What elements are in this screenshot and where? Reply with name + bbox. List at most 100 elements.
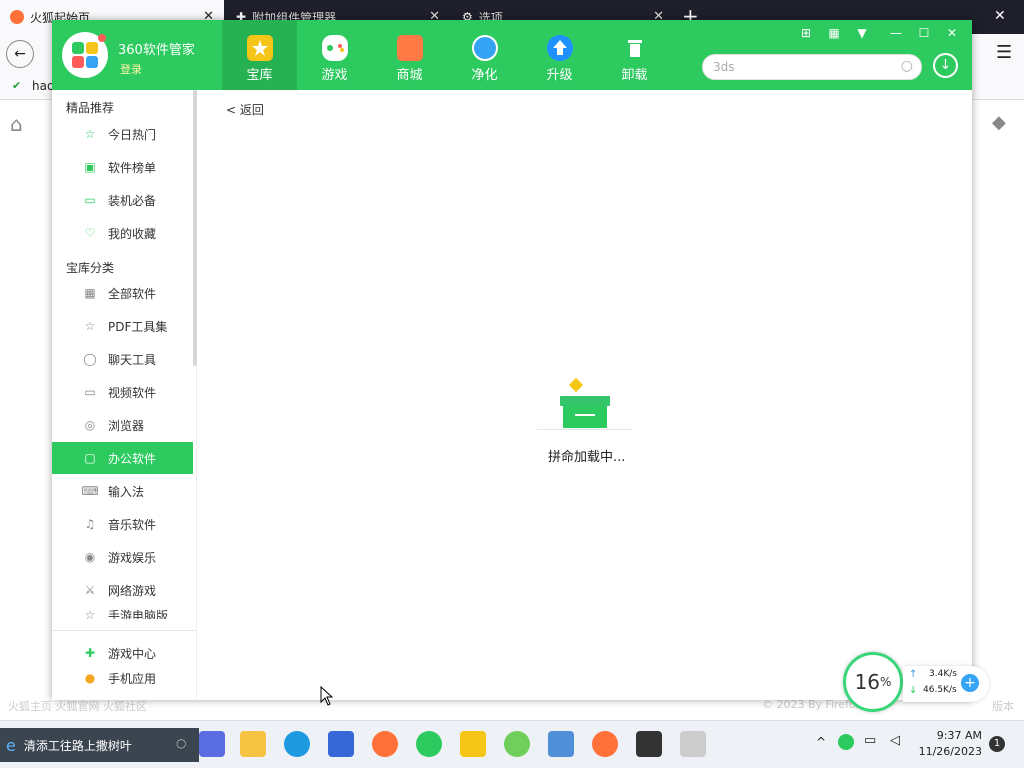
sidebar-item-label: 输入法 bbox=[108, 484, 145, 499]
nav-baoku[interactable]: 宝库 bbox=[222, 20, 297, 90]
star-outline-icon: ☆ bbox=[84, 319, 96, 333]
sidebar-item-pdf[interactable]: ☆ PDF工具集 bbox=[52, 310, 193, 342]
bookmark-hao[interactable]: hao bbox=[32, 79, 54, 93]
game-app-icon[interactable] bbox=[636, 731, 662, 757]
game-center-icon: ✚ bbox=[84, 646, 96, 660]
ie-icon: e bbox=[6, 735, 16, 755]
firefox-alt-icon[interactable] bbox=[592, 731, 618, 757]
tray-360-icon[interactable] bbox=[838, 734, 854, 750]
minecraft-icon[interactable] bbox=[680, 731, 706, 757]
upload-icon: ↑ bbox=[909, 669, 918, 680]
360-security-icon[interactable] bbox=[416, 731, 442, 757]
archive-icon[interactable] bbox=[548, 731, 574, 757]
maximize-button[interactable]: ☐ bbox=[913, 24, 935, 42]
firefox-icon[interactable] bbox=[372, 731, 398, 757]
sidebar-item-favorites[interactable]: ♡ 我的收藏 bbox=[52, 217, 193, 249]
heart-icon: ♡ bbox=[84, 226, 96, 240]
app-logo bbox=[62, 32, 108, 78]
keyboard-icon: ⌨ bbox=[81, 484, 99, 498]
memory-ball[interactable]: 16% bbox=[843, 652, 903, 712]
gamepad-icon bbox=[321, 35, 348, 61]
sidebar-item-video[interactable]: ▭ 视频软件 bbox=[52, 376, 193, 408]
nav-label: 游戏 bbox=[321, 68, 348, 83]
loading-text: 拼命加载中... bbox=[548, 450, 626, 465]
store-icon[interactable] bbox=[328, 731, 354, 757]
tray-chevron-icon[interactable]: ^ bbox=[816, 735, 826, 749]
brand-name: 360软件管家 bbox=[118, 43, 195, 58]
clock-date[interactable]: 11/26/2023 bbox=[918, 745, 982, 758]
clean-icon bbox=[471, 35, 498, 61]
menu-icon[interactable]: ☰ bbox=[996, 42, 1012, 63]
edge-icon[interactable] bbox=[284, 731, 310, 757]
sidebar-item-music[interactable]: ♫ 音乐软件 bbox=[52, 508, 193, 540]
browser-close-button[interactable]: ✕ bbox=[994, 8, 1006, 24]
nav-mall[interactable]: 商城 bbox=[372, 20, 447, 90]
sidebar-item-ranking[interactable]: ▣ 软件榜单 bbox=[52, 151, 193, 183]
app-header: 360软件管家 登录 宝库 游戏 商城 净化 升级 卸载 ⊞ ▦ ▼ — ☐ ✕… bbox=[52, 20, 972, 90]
sidebar-item-label: 软件榜单 bbox=[108, 160, 157, 175]
chat-icon: ◯ bbox=[83, 352, 97, 366]
file-explorer-icon[interactable] bbox=[240, 731, 266, 757]
shopping-bag-icon bbox=[396, 35, 423, 61]
qrcode-icon[interactable]: ▦ bbox=[823, 24, 845, 42]
upload-speed: 3.4K/s bbox=[929, 669, 957, 679]
zoom-app-icon[interactable] bbox=[199, 731, 225, 757]
search-icon: ○ bbox=[176, 736, 187, 750]
nav-label: 商城 bbox=[396, 68, 423, 83]
sidebar-item-mobile-app[interactable]: ● 手机应用 bbox=[52, 662, 193, 694]
ranking-icon: ▣ bbox=[84, 160, 96, 174]
download-icon: ↓ bbox=[909, 685, 918, 696]
nav-label: 净化 bbox=[471, 68, 498, 83]
browser-icon: ◎ bbox=[84, 418, 96, 432]
monitor-icon: ▭ bbox=[84, 193, 96, 207]
sidebar-item-office[interactable]: ▢ 办公软件 bbox=[52, 442, 193, 474]
sidebar-scrollbar[interactable] bbox=[193, 90, 197, 366]
footer-links: 火狐主页 火狐官网 火狐社区 bbox=[8, 700, 147, 713]
notification-badge[interactable]: 1 bbox=[989, 736, 1005, 752]
login-link[interactable]: 登录 bbox=[120, 61, 142, 77]
sidebar-item-hot[interactable]: ☆ 今日热门 bbox=[52, 118, 193, 150]
taskbar-search[interactable]: e 清添工往路上撒树叶 ○ bbox=[0, 728, 199, 762]
nav-game[interactable]: 游戏 bbox=[297, 20, 372, 90]
sidebar-item-online-game[interactable]: ⚔ 网络游戏 bbox=[52, 574, 193, 606]
volume-muted-icon[interactable]: ◁ bbox=[890, 733, 900, 748]
network-icon[interactable]: ▭ bbox=[864, 733, 876, 748]
skin-icon[interactable]: ⊞ bbox=[795, 24, 817, 42]
sidebar-item-entertainment[interactable]: ◉ 游戏娱乐 bbox=[52, 541, 193, 573]
download-manager-icon[interactable]: ↓ bbox=[933, 53, 958, 78]
grid-icon: ▦ bbox=[84, 286, 96, 300]
hao-icon: ✔ bbox=[12, 79, 22, 92]
sidebar-item-label: 浏览器 bbox=[108, 418, 145, 433]
minimize-button[interactable]: — bbox=[885, 24, 907, 42]
360-browser-icon[interactable] bbox=[504, 731, 530, 757]
360-software-manager-icon[interactable] bbox=[460, 731, 486, 757]
sidebar-item-label: 网络游戏 bbox=[108, 583, 157, 598]
upgrade-arrow-icon bbox=[546, 35, 573, 61]
sidebar-item-all[interactable]: ▦ 全部软件 bbox=[52, 277, 193, 309]
section-title: 精品推荐 bbox=[66, 101, 115, 115]
sidebar-item-browser[interactable]: ◎ 浏览器 bbox=[52, 409, 193, 441]
sidebar-item-input[interactable]: ⌨ 输入法 bbox=[52, 475, 193, 507]
sidebar-partial-row: ☆ 手游电脑版 bbox=[52, 607, 193, 619]
nav-upgrade[interactable]: 升级 bbox=[522, 20, 597, 90]
paint-bucket-icon[interactable]: ◆ bbox=[992, 112, 1006, 133]
search-box: ○ bbox=[702, 54, 922, 80]
footer-version: 版本 bbox=[992, 700, 1014, 713]
nav-clean[interactable]: 净化 bbox=[447, 20, 522, 90]
home-icon[interactable]: ⌂ bbox=[10, 112, 23, 136]
back-link[interactable]: < 返回 bbox=[226, 101, 264, 118]
taskbar: e 清添工往路上撒树叶 ○ ^ ▭ ◁ 9:37 AM 11/26/2023 1 bbox=[0, 720, 1024, 768]
dropdown-icon[interactable]: ▼ bbox=[851, 24, 873, 42]
sidebar-item-mobile-pc[interactable]: ☆ 手游电脑版 bbox=[52, 607, 193, 619]
gamepad-outline-icon: ◉ bbox=[84, 550, 96, 564]
mouse-cursor-icon bbox=[320, 685, 334, 709]
search-icon[interactable]: ○ bbox=[901, 58, 913, 74]
close-button[interactable]: ✕ bbox=[941, 24, 963, 42]
nav-uninstall[interactable]: 卸载 bbox=[597, 20, 672, 90]
back-button[interactable]: ← bbox=[6, 40, 34, 68]
sidebar-item-essential[interactable]: ▭ 装机必备 bbox=[52, 184, 193, 216]
search-input[interactable] bbox=[703, 55, 883, 79]
plus-icon[interactable]: + bbox=[961, 674, 979, 692]
sidebar-item-chat[interactable]: ◯ 聊天工具 bbox=[52, 343, 193, 375]
clock-time[interactable]: 9:37 AM bbox=[918, 729, 982, 742]
